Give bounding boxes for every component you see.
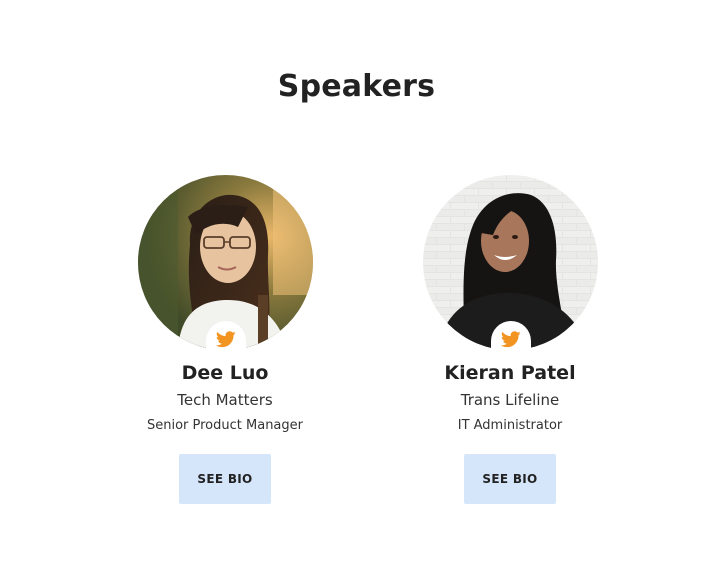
twitter-icon bbox=[500, 331, 521, 348]
speaker-card-dee-luo: Dee Luo Tech Matters Senior Product Mana… bbox=[110, 175, 340, 504]
speaker-organization: Tech Matters bbox=[177, 391, 273, 409]
speaker-name: Dee Luo bbox=[181, 362, 269, 384]
twitter-link[interactable] bbox=[490, 321, 531, 357]
speaker-role: Senior Product Manager bbox=[146, 418, 303, 433]
speaker-card-kieran-patel: Kieran Patel Trans Lifeline IT Administr… bbox=[395, 175, 625, 504]
speaker-role: IT Administrator bbox=[457, 418, 563, 433]
speaker-avatar-wrap bbox=[137, 175, 313, 357]
twitter-link[interactable] bbox=[205, 321, 246, 357]
see-bio-button[interactable]: SEE BIO bbox=[179, 454, 271, 504]
section-title: Speakers bbox=[277, 68, 436, 104]
twitter-icon bbox=[215, 331, 236, 348]
speaker-avatar-wrap bbox=[422, 175, 598, 357]
see-bio-button[interactable]: SEE BIO bbox=[464, 454, 556, 504]
speaker-name: Kieran Patel bbox=[444, 362, 576, 384]
speaker-organization: Trans Lifeline bbox=[460, 391, 560, 409]
